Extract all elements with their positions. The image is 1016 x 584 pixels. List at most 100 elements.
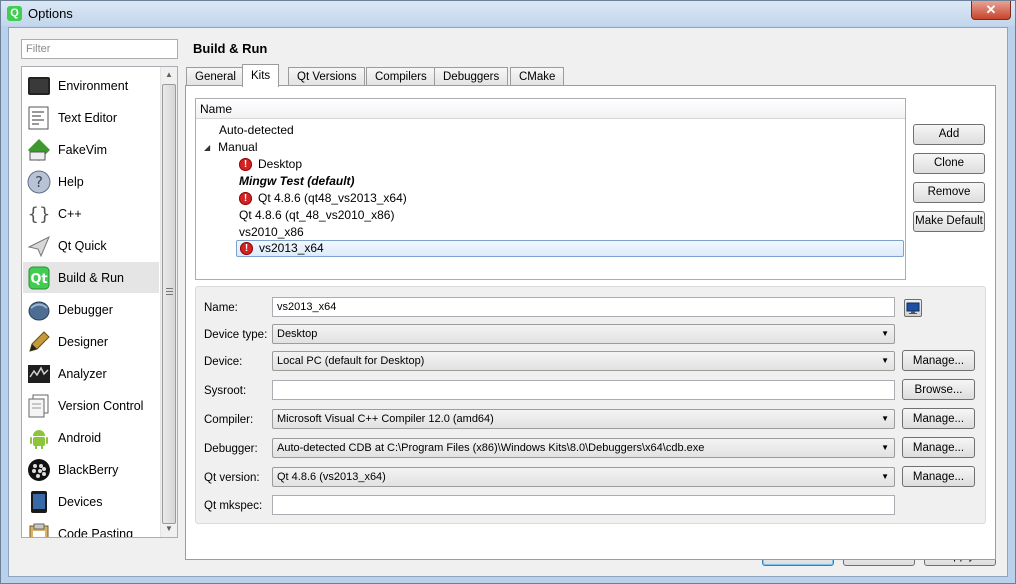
tab-kits[interactable]: Kits — [242, 64, 280, 87]
category-item-designer[interactable]: Designer — [23, 326, 159, 357]
combo-value: Desktop — [277, 328, 318, 340]
device-label: Device: — [204, 356, 243, 368]
kit-label: Mingw Test (default) — [239, 174, 355, 188]
combo-value: Auto-detected CDB at C:\Program Files (x… — [277, 442, 705, 454]
manage-device-button[interactable]: Manage... — [902, 350, 975, 371]
category-item-fakevim[interactable]: FakeVim — [23, 134, 159, 165]
page-title: Build & Run — [193, 41, 268, 56]
kit-name-input[interactable] — [272, 297, 895, 317]
kits-tree: Name Auto-detected ◢ Manual ! Desktop Mi… — [195, 98, 906, 280]
category-list-scrollbar[interactable]: ▲ ▼ — [160, 67, 177, 537]
scrollbar-grip-icon — [166, 288, 173, 295]
tree-item-kit[interactable]: ! Desktop — [239, 156, 302, 173]
tree-group-manual[interactable]: ◢ Manual — [204, 139, 258, 156]
category-item-cpp[interactable]: {} C++ — [23, 198, 159, 229]
qt-creator-app-icon: Q — [7, 6, 22, 21]
kit-icon-picker[interactable] — [904, 299, 922, 317]
category-label: Designer — [58, 334, 109, 349]
category-item-blackberry[interactable]: BlackBerry — [23, 454, 159, 485]
help-icon: ? — [27, 170, 51, 193]
tab-qt-versions[interactable]: Qt Versions — [288, 67, 366, 86]
tab-cmake[interactable]: CMake — [510, 67, 565, 86]
manage-compiler-button[interactable]: Manage... — [902, 408, 975, 429]
category-list: Environment Text Editor FakeVim ? Help {… — [21, 66, 178, 538]
tree-group-label: Auto-detected — [219, 123, 294, 137]
close-button[interactable]: ✕ — [971, 1, 1011, 20]
tab-general[interactable]: General — [186, 67, 245, 86]
compiler-combo[interactable]: Microsoft Visual C++ Compiler 12.0 (amd6… — [272, 409, 895, 429]
qt-mkspec-input[interactable] — [272, 495, 895, 515]
options-window: Q Options ✕ Environment Text Editor Fake… — [0, 0, 1016, 584]
error-icon: ! — [239, 192, 252, 205]
kit-details-form: Name: Device type: Desktop ▼ Device: Loc… — [195, 286, 986, 524]
category-label: FakeVim — [58, 142, 108, 157]
chevron-down-icon: ▼ — [881, 329, 889, 338]
add-kit-button[interactable]: Add — [913, 124, 985, 145]
device-combo[interactable]: Local PC (default for Desktop) ▼ — [272, 351, 895, 371]
version-control-icon — [28, 394, 49, 417]
designer-icon — [29, 330, 50, 352]
tree-header-name[interactable]: Name — [196, 99, 905, 119]
qt-quick-icon — [27, 235, 50, 257]
title-bar[interactable]: Q Options ✕ — [1, 1, 1015, 26]
category-item-analyzer[interactable]: Analyzer — [23, 358, 159, 389]
expand-arrow-icon[interactable]: ◢ — [204, 139, 210, 156]
kit-label: Qt 4.8.6 (qt_48_vs2010_x86) — [239, 208, 395, 222]
monitor-icon — [906, 302, 920, 314]
category-item-version-control[interactable]: Version Control — [23, 390, 159, 421]
category-label: Text Editor — [58, 110, 118, 125]
scroll-up-arrow-icon[interactable]: ▲ — [161, 67, 177, 83]
category-item-text-editor[interactable]: Text Editor — [23, 102, 159, 133]
svg-text:{}: {} — [28, 204, 51, 225]
category-item-help[interactable]: ? Help — [23, 166, 159, 197]
error-icon: ! — [240, 242, 253, 255]
make-default-button[interactable]: Make Default — [913, 211, 985, 232]
qt-version-combo[interactable]: Qt 4.8.6 (vs2013_x64) ▼ — [272, 467, 895, 487]
tab-compilers[interactable]: Compilers — [366, 67, 436, 86]
browse-sysroot-button[interactable]: Browse... — [902, 379, 975, 400]
category-item-qt-quick[interactable]: Qt Quick — [23, 230, 159, 261]
cpp-icon: {} — [28, 204, 51, 225]
tree-item-kit[interactable]: Mingw Test (default) — [239, 173, 355, 190]
remove-kit-button[interactable]: Remove — [913, 182, 985, 203]
debugger-combo[interactable]: Auto-detected CDB at C:\Program Files (x… — [272, 438, 895, 458]
manage-debugger-button[interactable]: Manage... — [902, 437, 975, 458]
tree-item-kit[interactable]: ! Qt 4.8.6 (qt48_vs2013_x64) — [239, 190, 407, 207]
text-editor-icon — [28, 106, 49, 129]
kit-label: Qt 4.8.6 (qt48_vs2013_x64) — [258, 191, 407, 205]
tree-item-kit-selected[interactable]: ! vs2013_x64 — [236, 240, 904, 257]
close-icon: ✕ — [985, 2, 997, 17]
qt-mkspec-label: Qt mkspec: — [204, 500, 263, 512]
category-label: Qt Quick — [58, 238, 107, 253]
devices-icon — [31, 490, 47, 513]
manage-qt-version-button[interactable]: Manage... — [902, 466, 975, 487]
tab-debuggers[interactable]: Debuggers — [434, 67, 509, 86]
scroll-down-arrow-icon[interactable]: ▼ — [161, 521, 177, 537]
kit-label: vs2010_x86 — [239, 225, 304, 239]
category-label: Analyzer — [58, 366, 107, 381]
tree-item-kit[interactable]: vs2010_x86 — [239, 224, 304, 241]
category-item-build-run[interactable]: Qt Build & Run — [23, 262, 159, 293]
dialog-client-area: Environment Text Editor FakeVim ? Help {… — [8, 27, 1008, 577]
compiler-label: Compiler: — [204, 414, 254, 426]
category-label: C++ — [58, 206, 82, 221]
chevron-down-icon: ▼ — [881, 443, 889, 452]
scrollbar-thumb[interactable] — [162, 84, 176, 524]
category-label: Code Pasting — [58, 526, 134, 538]
tree-group-auto-detected[interactable]: Auto-detected — [219, 122, 294, 139]
category-item-code-pasting[interactable]: Code Pasting — [23, 518, 159, 538]
category-item-environment[interactable]: Environment — [23, 70, 159, 101]
kit-label: Desktop — [258, 157, 303, 171]
error-icon: ! — [239, 158, 252, 171]
qt-version-label: Qt version: — [204, 472, 260, 484]
category-item-devices[interactable]: Devices — [23, 486, 159, 517]
sysroot-label: Sysroot: — [204, 385, 247, 397]
filter-input[interactable] — [21, 39, 178, 59]
device-type-combo[interactable]: Desktop ▼ — [272, 324, 895, 344]
tree-item-kit[interactable]: Qt 4.8.6 (qt_48_vs2010_x86) — [239, 207, 394, 224]
category-item-android[interactable]: Android — [23, 422, 159, 453]
category-item-debugger[interactable]: Debugger — [23, 294, 159, 325]
clone-kit-button[interactable]: Clone — [913, 153, 985, 174]
combo-value: Qt 4.8.6 (vs2013_x64) — [277, 471, 386, 483]
sysroot-input[interactable] — [272, 380, 895, 400]
